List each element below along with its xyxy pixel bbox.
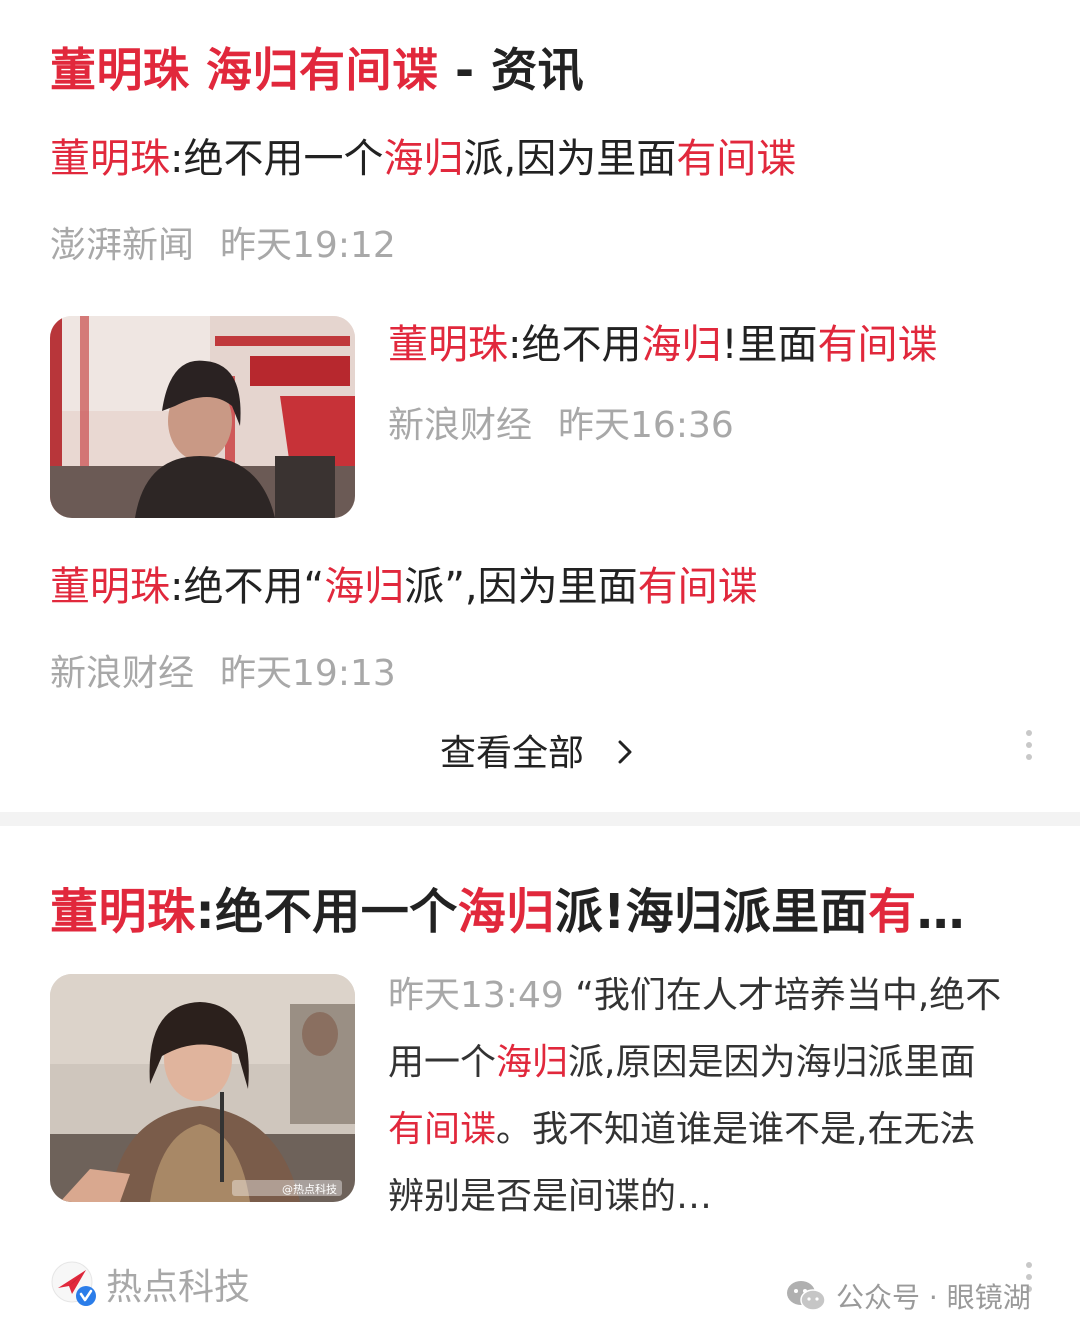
keyword-highlight: 董明珠 <box>388 322 508 368</box>
wechat-icon <box>787 1281 826 1311</box>
keyword-highlight: 海归 <box>324 564 405 610</box>
news-source: 新浪财经 <box>388 405 533 446</box>
chevron-right-icon <box>618 740 632 764</box>
keyword-highlight: 董明珠 <box>50 884 196 940</box>
wechat-watermark: 公众号 · 眼镜湖 <box>786 1276 1031 1316</box>
more-options-icon[interactable] <box>1026 730 1032 766</box>
news-source-row[interactable]: 热点科技 <box>50 1260 250 1308</box>
watermark-text: 公众号 · 眼镜湖 <box>836 1281 1031 1314</box>
title-text: :绝不用一个 <box>195 884 458 940</box>
keyword-highlight: 有间谍 <box>676 136 797 182</box>
title-text: 派!海归派里面 <box>554 884 869 940</box>
view-all-button[interactable]: 查看全部 <box>440 724 635 776</box>
news-meta-1: 澎湃新闻 昨天19:12 <box>50 216 396 268</box>
verified-badge-icon <box>51 1261 96 1306</box>
title-text: :绝不用 <box>508 322 642 368</box>
news-source: 澎湃新闻 <box>50 225 195 266</box>
header-suffix: - 资讯 <box>438 43 585 97</box>
news-title-4[interactable]: 董明珠:绝不用一个海归派!海归派里面有… <box>50 872 965 942</box>
news-title-3[interactable]: 董明珠:绝不用“海归派”,因为里面有间谍 <box>50 554 758 612</box>
title-text: … <box>916 884 966 940</box>
keyword-highlight: 海归 <box>457 884 555 940</box>
news-thumbnail-1[interactable] <box>50 316 355 518</box>
card-divider <box>0 812 1080 826</box>
news-thumbnail-2[interactable]: @热点科技 <box>50 974 355 1202</box>
title-text: 派”,因为里面 <box>404 564 638 610</box>
title-text: :绝不用“ <box>170 564 325 610</box>
keyword-highlight: 有间谍 <box>637 564 758 610</box>
keyword-highlight: 海归 <box>641 322 722 368</box>
image-watermark: @热点科技 <box>282 1183 337 1196</box>
news-source: 新浪财经 <box>50 653 195 694</box>
news-time: 昨天19:13 <box>220 653 396 694</box>
portrait-photo-1 <box>50 316 355 518</box>
news-time: 昨天16:36 <box>558 405 734 446</box>
news-title-1[interactable]: 董明珠:绝不用一个海归派,因为里面有间谍 <box>50 126 796 184</box>
keyword-highlight: 海归 <box>383 136 464 182</box>
view-all-label: 查看全部 <box>440 733 585 774</box>
keyword-highlight: 董明珠 <box>50 564 170 610</box>
keyword-highlight: 董明珠 <box>50 136 170 182</box>
keyword-highlight: 海归 <box>496 1042 569 1083</box>
news-title-2[interactable]: 董明珠:绝不用海归!里面有间谍 <box>388 312 938 370</box>
title-text: 昨天13:49 <box>388 975 564 1016</box>
news-source: 热点科技 <box>106 1267 251 1308</box>
news-time: 昨天19:12 <box>220 225 396 266</box>
keyword-highlight: 有 <box>868 884 917 940</box>
keyword-highlight: 有间谍 <box>388 1109 497 1150</box>
title-text: !里面 <box>721 322 818 368</box>
title-text: 派,因为里面 <box>463 136 677 182</box>
news-meta-2: 新浪财经 昨天16:36 <box>388 396 734 448</box>
news-snippet[interactable]: 昨天13:49 “我们在人才培养当中,绝不用一个海归派,原因是因为海归派里面有间… <box>388 962 1008 1230</box>
keyword-highlight: 有间谍 <box>817 322 938 368</box>
card-header[interactable]: 董明珠 海归有间谍 - 资讯 <box>50 34 584 100</box>
title-text: 派,原因是因为海归派里面 <box>568 1042 976 1083</box>
title-text: :绝不用一个 <box>170 136 384 182</box>
news-meta-3: 新浪财经 昨天19:13 <box>50 644 396 696</box>
portrait-photo-2 <box>50 974 355 1202</box>
header-keyword: 董明珠 海归有间谍 <box>50 43 439 97</box>
